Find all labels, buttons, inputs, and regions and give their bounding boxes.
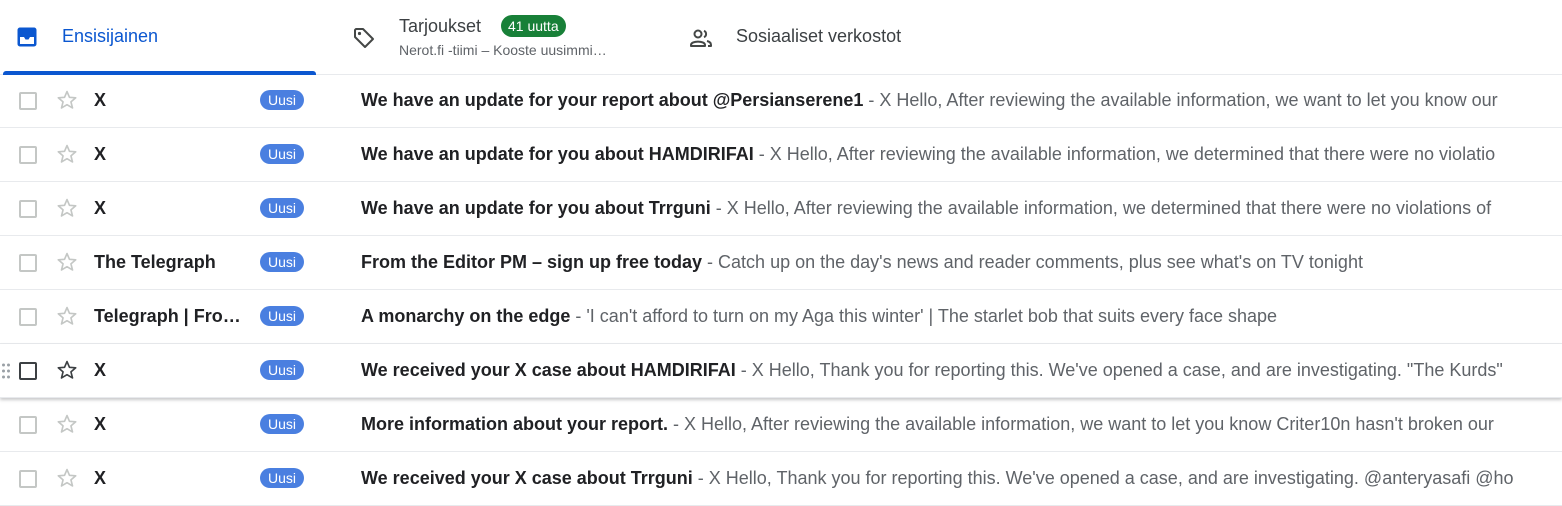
email-row[interactable]: X Uusi We have an update for you about H… — [0, 128, 1562, 182]
email-subject: We have an update for you about Trrguni — [361, 198, 711, 218]
new-label: Uusi — [260, 198, 305, 218]
email-list: X Uusi We have an update for your report… — [0, 74, 1562, 506]
email-snippet: - 'I can't afford to turn on my Aga this… — [570, 306, 1278, 326]
email-row[interactable]: X Uusi We received your X case about Trr… — [0, 452, 1562, 506]
tag-icon — [354, 28, 374, 48]
star-icon[interactable] — [56, 143, 78, 165]
tab-primary[interactable]: Ensisijainen — [0, 0, 318, 75]
sender-name: The Telegraph — [94, 252, 216, 272]
message-preview: More information about your report. - X … — [361, 414, 1494, 435]
sender-name: X — [94, 414, 107, 434]
new-label: Uusi — [260, 144, 305, 164]
select-checkbox[interactable] — [19, 416, 37, 434]
message-preview: We have an update for your report about … — [361, 90, 1498, 111]
email-subject: We received your X case about HAMDIRIFAI — [361, 360, 736, 380]
star-icon[interactable] — [56, 359, 78, 381]
tab-social[interactable]: Sosiaaliset verkostot — [658, 0, 978, 74]
star-icon[interactable] — [56, 197, 78, 219]
new-label: Uusi — [260, 468, 305, 488]
email-snippet: - X Hello, After reviewing the available… — [753, 144, 1496, 164]
tab-social-label: Sosiaaliset verkostot — [736, 26, 902, 46]
star-icon[interactable] — [56, 89, 78, 111]
email-row[interactable]: X Uusi We have an update for you about T… — [0, 182, 1562, 236]
select-checkbox[interactable] — [19, 146, 37, 164]
new-label: Uusi — [260, 252, 305, 272]
message-preview: We received your X case about HAMDIRIFAI… — [361, 360, 1503, 381]
email-subject: More information about your report. — [361, 414, 669, 434]
new-label: Uusi — [260, 414, 305, 434]
new-label: Uusi — [260, 360, 305, 380]
email-snippet: - Catch up on the day's news and reader … — [702, 252, 1363, 272]
email-row[interactable]: X Uusi We received your X case about HAM… — [0, 344, 1562, 398]
tab-promotions[interactable]: Tarjoukset 41 uutta Nerot.fi -tiimi – Ko… — [318, 0, 658, 74]
tab-primary-label: Ensisijainen — [62, 26, 159, 46]
star-icon[interactable] — [56, 413, 78, 435]
sender-name: Telegraph | Fro… — [94, 306, 241, 326]
message-preview: We received your X case about Trrguni - … — [361, 468, 1514, 489]
select-checkbox[interactable] — [19, 92, 37, 110]
email-row[interactable]: The Telegraph Uusi From the Editor PM – … — [0, 236, 1562, 290]
new-label: Uusi — [260, 90, 305, 110]
new-label: Uusi — [260, 306, 305, 326]
sender-name: X — [94, 468, 107, 488]
email-subject: A monarchy on the edge — [361, 306, 571, 326]
drag-handle-icon[interactable] — [1, 362, 11, 380]
message-preview: We have an update for you about HAMDIRIF… — [361, 144, 1495, 165]
people-icon — [690, 29, 712, 47]
email-row[interactable]: Telegraph | Fro… Uusi A monarchy on the … — [0, 290, 1562, 344]
select-checkbox[interactable] — [19, 200, 37, 218]
new-count-badge: 41 uutta — [501, 15, 566, 37]
select-checkbox[interactable] — [19, 308, 37, 326]
sender-name: X — [94, 90, 107, 110]
star-icon[interactable] — [56, 305, 78, 327]
email-subject: We have an update for you about HAMDIRIF… — [361, 144, 754, 164]
star-icon[interactable] — [56, 251, 78, 273]
select-checkbox[interactable] — [19, 254, 37, 272]
email-snippet: - X Hello, After reviewing the available… — [710, 198, 1492, 218]
category-tabs: Ensisijainen Tarjoukset 41 uutta Nerot.f… — [0, 0, 1562, 75]
email-snippet: - X Hello, After reviewing the available… — [668, 414, 1494, 434]
email-subject: We received your X case about Trrguni — [361, 468, 693, 488]
select-checkbox[interactable] — [19, 470, 37, 488]
message-preview: We have an update for you about Trrguni … — [361, 198, 1491, 219]
star-icon[interactable] — [56, 467, 78, 489]
tab-promotions-preview: Nerot.fi -tiimi – Kooste uusimmi… — [399, 42, 607, 58]
email-row[interactable]: X Uusi More information about your repor… — [0, 398, 1562, 452]
sender-name: X — [94, 360, 107, 380]
email-row[interactable]: X Uusi We have an update for your report… — [0, 74, 1562, 128]
select-checkbox[interactable] — [19, 362, 37, 380]
tab-promotions-label: Tarjoukset — [399, 16, 482, 36]
email-snippet: - X Hello, After reviewing the available… — [863, 90, 1498, 110]
sender-name: X — [94, 144, 107, 164]
message-preview: From the Editor PM – sign up free today … — [361, 252, 1363, 273]
email-snippet: - X Hello, Thank you for reporting this.… — [735, 360, 1503, 380]
email-subject: From the Editor PM – sign up free today — [361, 252, 703, 272]
message-preview: A monarchy on the edge - 'I can't afford… — [361, 306, 1277, 327]
email-subject: We have an update for your report about … — [361, 90, 864, 110]
sender-name: X — [94, 198, 107, 218]
email-snippet: - X Hello, Thank you for reporting this.… — [692, 468, 1514, 488]
inbox-icon — [17, 27, 37, 47]
